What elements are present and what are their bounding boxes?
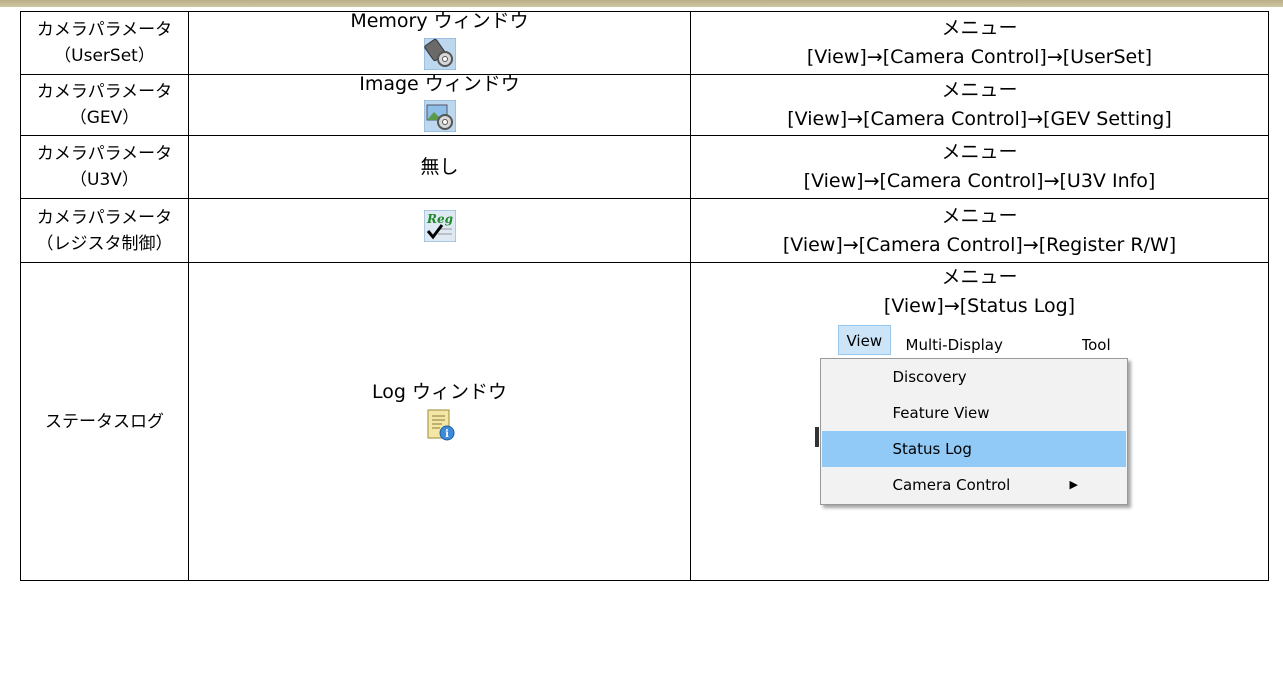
menu-item-label: Camera Control	[892, 476, 1011, 494]
table-row: ステータスログ Log ウィンドウ i メニュー [View]→[Status …	[20, 262, 1269, 581]
tool-label: 無し	[420, 156, 459, 178]
menu-item-camera-control[interactable]: Camera Control ▶	[822, 467, 1126, 503]
feature-line: （U3V）	[70, 170, 139, 190]
feature-line: カメラパラメータ	[36, 207, 173, 228]
menu-cell: メニュー [View]→[Status Log] View Multi-Disp…	[690, 262, 1269, 581]
menu-path: [View]→[Camera Control]→[UserSet]	[806, 46, 1153, 68]
menu-title: メニュー	[941, 141, 1018, 163]
tool-label: Log ウィンドウ	[372, 381, 507, 403]
feature-line: ステータスログ	[45, 411, 164, 432]
tool-label: Memory ウィンドウ	[350, 11, 529, 33]
feature-table: カメラパラメータ （UserSet） Memory ウィンドウ メニュー [Vi…	[20, 11, 1269, 581]
image-settings-icon[interactable]	[424, 100, 456, 132]
menu-item-status-log[interactable]: Status Log	[821, 431, 1126, 467]
tool-cell: Log ウィンドウ i	[188, 262, 691, 581]
table-row: カメラパラメータ （U3V） 無し メニュー [View]→[Camera Co…	[20, 135, 1269, 199]
table-row: カメラパラメータ （レジスタ制御） Reg メニュー [View]→[Camer…	[20, 198, 1269, 263]
feature-cell: カメラパラメータ （レジスタ制御）	[20, 198, 189, 263]
header-rule	[0, 0, 1283, 7]
menu-title: メニュー	[941, 79, 1018, 101]
menu-path: [View]→[Camera Control]→[U3V Info]	[803, 170, 1156, 192]
menu-cell: メニュー [View]→[Camera Control]→[UserSet]	[690, 11, 1269, 75]
menu-cell: メニュー [View]→[Camera Control]→[GEV Settin…	[690, 74, 1269, 136]
menu-title: メニュー	[941, 266, 1018, 288]
menu-path: [View]→[Camera Control]→[Register R/W]	[782, 233, 1177, 256]
menu-path: [View]→[Status Log]	[883, 295, 1076, 317]
background-fragment	[814, 427, 819, 447]
view-dropdown: Discovery Feature View Status Log Camera…	[814, 358, 1128, 505]
menubar: View Multi-Display Tool	[819, 325, 1140, 355]
menu-cell: メニュー [View]→[Camera Control]→[Register R…	[690, 198, 1269, 263]
svg-text:Reg: Reg	[426, 212, 453, 226]
table-row: カメラパラメータ （GEV） Image ウィンドウ メニュー [View]→[…	[20, 74, 1269, 136]
tool-cell: Reg	[188, 198, 691, 263]
log-info-icon[interactable]: i	[424, 409, 456, 441]
tool-cell: Memory ウィンドウ	[188, 11, 691, 75]
table-row: カメラパラメータ （UserSet） Memory ウィンドウ メニュー [Vi…	[20, 11, 1269, 75]
menu-cell: メニュー [View]→[Camera Control]→[U3V Info]	[690, 135, 1269, 199]
menu-item-discovery[interactable]: Discovery	[822, 359, 1126, 395]
feature-line: （GEV）	[69, 108, 140, 128]
feature-line: カメラパラメータ	[36, 82, 173, 102]
feature-cell: カメラパラメータ （GEV）	[20, 74, 189, 136]
svg-text:i: i	[445, 429, 449, 440]
menubar-view[interactable]: View	[837, 325, 892, 355]
tool-cell: 無し	[188, 135, 691, 199]
tool-cell: Image ウィンドウ	[188, 74, 691, 136]
feature-cell: カメラパラメータ （U3V）	[20, 135, 189, 199]
submenu-arrow-icon: ▶	[1069, 478, 1078, 491]
menu-path: [View]→[Camera Control]→[GEV Setting]	[787, 108, 1172, 130]
register-check-icon[interactable]: Reg	[424, 210, 456, 242]
memory-settings-icon[interactable]	[424, 38, 456, 70]
menu-item-feature-view[interactable]: Feature View	[822, 395, 1126, 431]
menu-title: メニュー	[941, 204, 1018, 227]
menubar-multi-display[interactable]: Multi-Display	[906, 331, 1003, 360]
feature-cell: ステータスログ	[20, 262, 189, 581]
feature-line: （レジスタ制御）	[36, 233, 173, 254]
menu-title: メニュー	[941, 17, 1018, 39]
feature-line: （UserSet）	[54, 46, 155, 66]
feature-line: カメラパラメータ	[36, 20, 173, 40]
menu-screenshot: View Multi-Display Tool Discovery Featur…	[814, 325, 1140, 515]
feature-cell: カメラパラメータ （UserSet）	[20, 11, 189, 75]
menubar-tools[interactable]: Tool	[1082, 331, 1122, 360]
tool-label: Image ウィンドウ	[359, 74, 520, 96]
feature-line: カメラパラメータ	[36, 144, 173, 164]
